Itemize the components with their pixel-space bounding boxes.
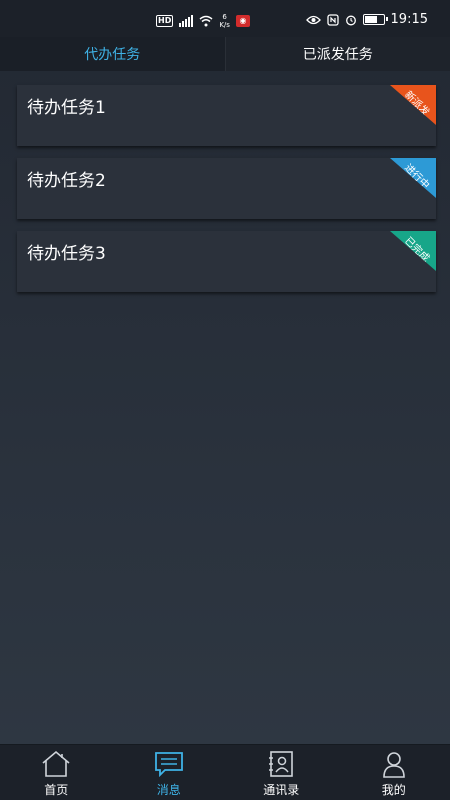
nav-profile[interactable]: 我的 (338, 745, 450, 800)
nav-label-messages: 消息 (156, 783, 181, 797)
contacts-icon (269, 751, 294, 777)
task-tabs: 代办任务 已派发任务 (0, 37, 450, 71)
home-icon (42, 750, 70, 777)
profile-icon (382, 752, 405, 778)
nav-messages[interactable]: 消息 (113, 745, 226, 800)
status-label: 进行中 (402, 162, 432, 192)
status-right-icons: 19:15 (305, 12, 428, 27)
status-ribbon: 已完成 (390, 231, 436, 271)
nav-home[interactable]: 首页 (0, 745, 113, 800)
tab-dispatched-tasks[interactable]: 已派发任务 (226, 37, 450, 71)
alarm-icon (345, 15, 356, 25)
status-label: 已完成 (402, 235, 432, 265)
nav-label-contacts: 通讯录 (263, 783, 300, 797)
status-ribbon: 进行中 (390, 158, 436, 198)
hd-icon: HD (156, 15, 174, 27)
signal-icon (179, 15, 194, 27)
task-card-2[interactable]: 待办任务2 进行中 (17, 158, 436, 219)
eye-icon (305, 15, 321, 24)
status-label: 新派发 (402, 89, 432, 119)
task-title: 待办任务1 (27, 98, 106, 118)
nav-contacts[interactable]: 通讯录 (225, 745, 338, 800)
battery-icon (362, 14, 388, 25)
status-bar: HD 6 K/s ◉ 19:15 (0, 0, 450, 40)
net-speed: 6 K/s (219, 13, 230, 29)
task-list: 待办任务1 新派发 待办任务2 进行中 待办任务3 已完成 (17, 85, 436, 304)
task-card-1[interactable]: 待办任务1 新派发 (17, 85, 436, 146)
tab-pending-tasks[interactable]: 代办任务 (0, 37, 225, 71)
message-icon (154, 752, 183, 778)
nfc-icon (326, 13, 339, 26)
nav-label-profile: 我的 (381, 783, 406, 797)
task-card-3[interactable]: 待办任务3 已完成 (17, 231, 436, 292)
status-time: 19:15 (390, 12, 428, 27)
status-left-icons: HD 6 K/s ◉ (156, 13, 250, 29)
task-title: 待办任务2 (27, 171, 106, 191)
wifi-icon (199, 15, 213, 27)
status-ribbon: 新派发 (390, 85, 436, 125)
bottom-nav: 首页 消息 通讯录 我的 (0, 744, 450, 800)
nav-label-home: 首页 (44, 783, 69, 797)
app-notification-icon: ◉ (235, 15, 250, 27)
task-title: 待办任务3 (27, 244, 106, 264)
